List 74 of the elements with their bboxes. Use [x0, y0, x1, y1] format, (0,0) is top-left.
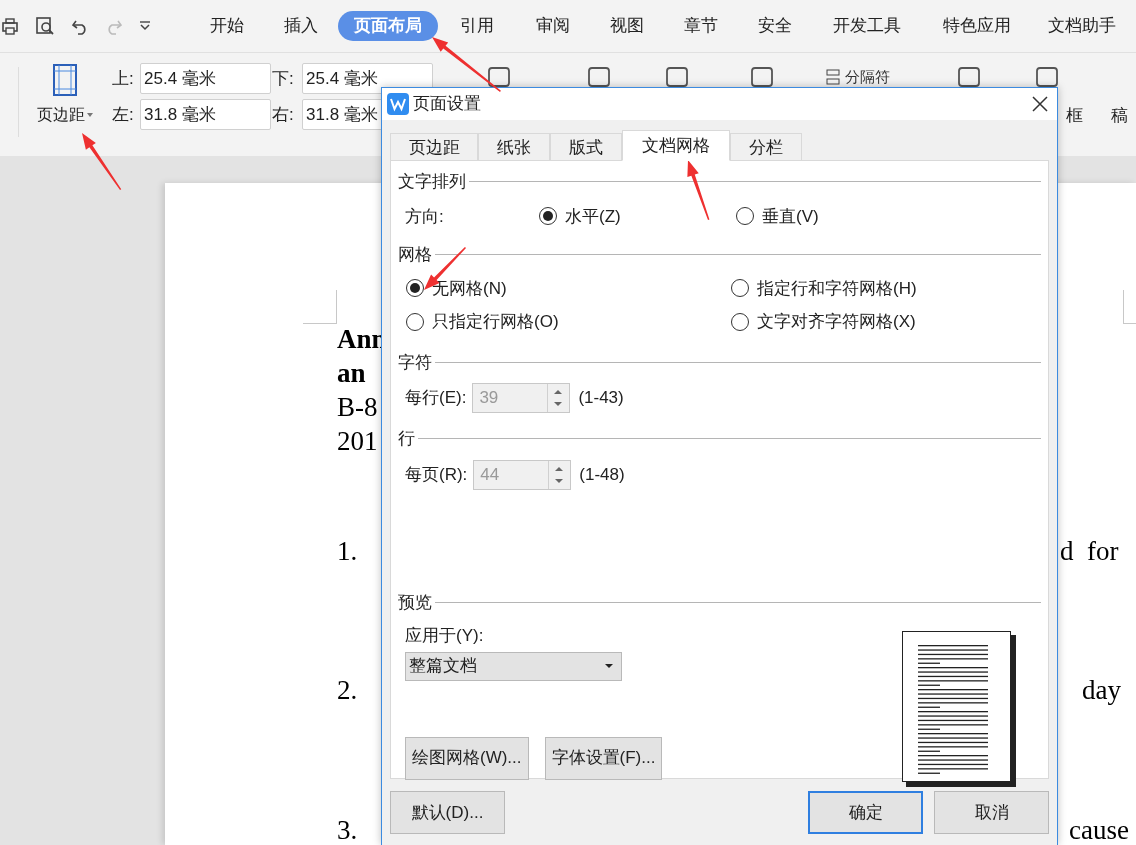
paper-label: 稿	[1111, 105, 1128, 127]
radio-option[interactable]: 垂直(V)	[736, 203, 819, 229]
margin-label: 左:	[112, 103, 135, 126]
radio-button[interactable]	[406, 279, 424, 298]
page-margins-button[interactable]: 页边距	[30, 63, 100, 133]
section-heading: 预览	[398, 591, 432, 614]
annotation-arrow	[432, 37, 501, 92]
apply-to-dropdown[interactable]: 整篇文档	[405, 651, 622, 681]
annotation-arrow	[82, 133, 122, 190]
margin-label: 上:	[112, 67, 135, 90]
ok-button[interactable]: 确定	[808, 791, 923, 834]
list-number: 3.	[337, 814, 358, 845]
radio-option[interactable]: 文字对齐字符网格(X)	[731, 309, 1041, 335]
menu-tab[interactable]: 开发工具	[812, 11, 922, 41]
radio-option[interactable]: 只指定行网格(O)	[406, 309, 731, 335]
field-label: 方向:	[405, 205, 445, 228]
field-label: 每页(R):	[405, 463, 468, 486]
margin-field[interactable]: 25.4 毫米	[302, 63, 433, 94]
list-number: 2.	[337, 674, 358, 707]
cancel-button[interactable]: 取消	[934, 791, 1049, 834]
annotation-arrow	[687, 160, 710, 220]
dialog-tab[interactable]: 纸张	[478, 133, 550, 161]
document-text: B-8	[337, 391, 379, 424]
section-heading: 网格	[398, 244, 432, 266]
customize-dropdown-icon[interactable]	[138, 19, 152, 33]
menu-tab[interactable]: 引用	[438, 11, 516, 41]
dialog-tab[interactable]: 分栏	[730, 133, 802, 161]
menu-tab[interactable]: 章节	[664, 11, 738, 41]
dialog-button[interactable]: 字体设置(F)...	[544, 736, 663, 780]
radio-button[interactable]	[731, 279, 749, 298]
document-text: d for	[1060, 535, 1119, 568]
margin-field[interactable]: 25.4 毫米	[140, 63, 271, 94]
section-heading: 文字排列	[398, 171, 466, 193]
dialog-tab[interactable]: 页边距	[390, 133, 478, 161]
app-logo-icon[interactable]	[387, 93, 409, 115]
menu-tab[interactable]: 特色应用	[922, 11, 1032, 41]
print-preview-icon[interactable]	[34, 15, 56, 37]
document-text: cause	[1069, 814, 1129, 845]
range-text: (1-48)	[579, 463, 625, 486]
default-button[interactable]: 默认(D)...	[390, 791, 505, 834]
dialog-tab[interactable]: 文档网格	[622, 130, 730, 161]
close-icon[interactable]	[1031, 95, 1049, 113]
margin-label: 右:	[272, 103, 295, 126]
print-icon[interactable]	[0, 16, 20, 36]
field-label: 每行(E):	[405, 387, 467, 410]
menu-tab[interactable]: 视图	[590, 11, 664, 41]
radio-button[interactable]	[736, 207, 754, 226]
field-label: 应用于(Y):	[405, 625, 485, 647]
document-text: day	[1082, 674, 1121, 707]
section-heading: 字符	[398, 351, 432, 374]
menu-tab[interactable]: 审阅	[516, 11, 590, 41]
breaks-icon	[825, 69, 841, 85]
radio-button[interactable]	[406, 312, 424, 331]
document-text: 201	[337, 425, 379, 458]
section-heading: 行	[398, 428, 415, 450]
margin-corner-mark	[303, 290, 337, 324]
dialog-button[interactable]: 绘图网格(W)...	[405, 736, 529, 780]
range-text: (1-43)	[578, 387, 624, 410]
menu-tab[interactable]: 插入	[264, 11, 338, 41]
radio-button[interactable]	[731, 312, 749, 331]
radio-button[interactable]	[539, 207, 557, 226]
margin-label: 下:	[272, 67, 295, 90]
document-text: an	[337, 357, 367, 390]
page-border-label: 框	[1066, 105, 1083, 127]
list-number: 1.	[337, 535, 358, 568]
page-margins-icon[interactable]	[51, 63, 79, 97]
margin-corner-mark	[1123, 290, 1136, 324]
margin-field[interactable]: 31.8 毫米	[140, 99, 271, 130]
dialog-tab[interactable]: 版式	[550, 133, 622, 161]
menu-tab[interactable]: 开始	[190, 11, 264, 41]
radio-option[interactable]: 指定行和字符网格(H)	[731, 275, 1041, 301]
menu-tab[interactable]: 文档助手	[1032, 11, 1132, 41]
menu-tab[interactable]: 安全	[738, 11, 812, 41]
breaks-button[interactable]: 分隔符	[825, 65, 890, 89]
